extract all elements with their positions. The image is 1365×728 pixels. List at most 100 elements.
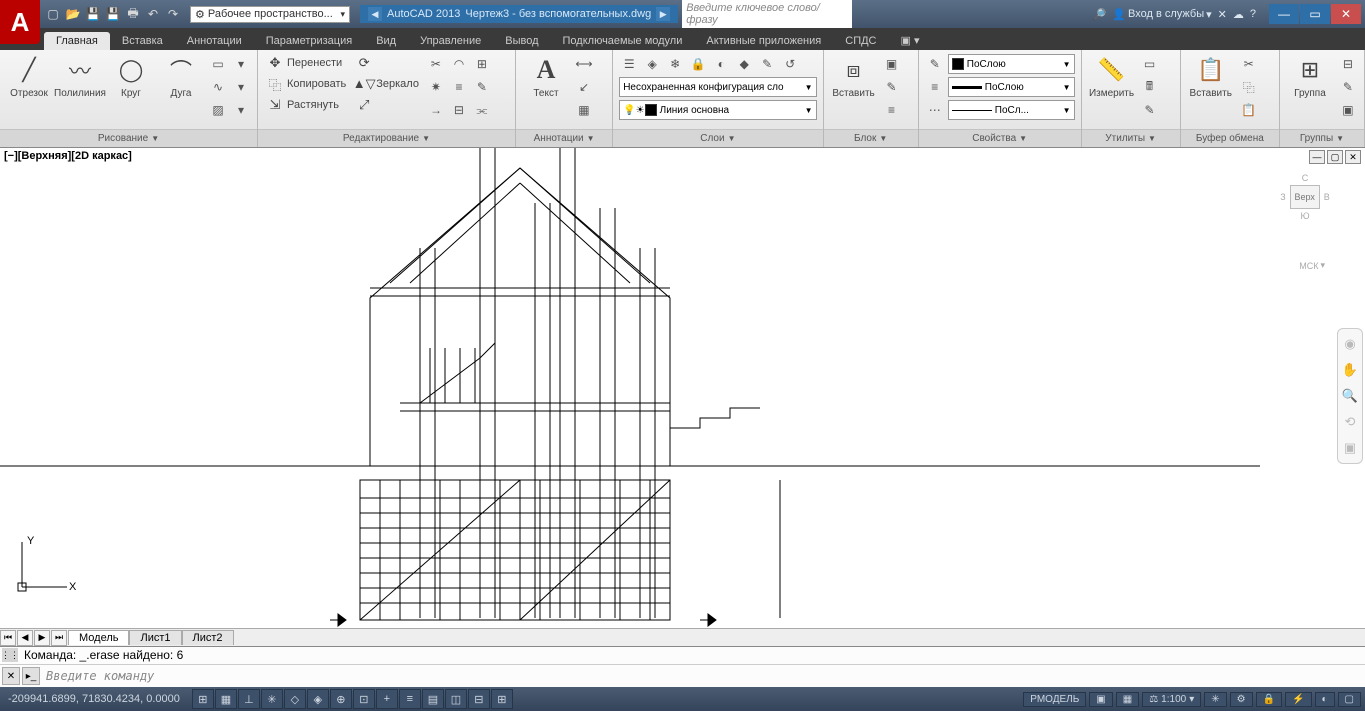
qp-icon[interactable]: ◫ — [445, 689, 467, 709]
command-input[interactable]: Введите команду — [42, 667, 1365, 685]
panel-draw-title[interactable]: Рисование▼ — [0, 129, 257, 147]
ltype-icon[interactable]: ⋯ — [925, 100, 945, 120]
infocenter-search[interactable]: Введите ключевое слово/фразу — [682, 0, 852, 28]
match-prop-icon[interactable]: ✎ — [925, 54, 945, 74]
layer-freeze-icon[interactable]: ❄ — [665, 54, 685, 74]
select-icon[interactable]: ▭ — [1140, 54, 1160, 74]
panel-clip-title[interactable]: Буфер обмена — [1181, 129, 1279, 147]
panel-layers-title[interactable]: Слои▼ — [613, 129, 822, 147]
signin-button[interactable]: 👤 Вход в службы ▾ — [1112, 8, 1211, 21]
osnap-icon[interactable]: ◇ — [284, 689, 306, 709]
tab-extra-icon[interactable]: ▣ ▾ — [889, 31, 932, 50]
panel-utils-title[interactable]: Утилиты▼ — [1082, 129, 1180, 147]
cut-icon[interactable]: ✂ — [1239, 54, 1259, 74]
drawing-area[interactable]: [−][Верхняя][2D каркас] — ▢ ✕ С ЗВерхВ Ю… — [0, 148, 1365, 628]
3dosnap-icon[interactable]: ◈ — [307, 689, 329, 709]
help-icon[interactable]: ? — [1250, 8, 1256, 20]
lweight-combo[interactable]: ПоСлою▼ — [948, 77, 1075, 97]
ducs-icon[interactable]: ⊡ — [353, 689, 375, 709]
cmd-close-icon[interactable]: ✕ — [2, 667, 20, 685]
layer-iso-icon[interactable]: ◈ — [642, 54, 662, 74]
create-block-icon[interactable]: ▣ — [882, 54, 902, 74]
tab-apps[interactable]: Активные приложения — [694, 32, 833, 50]
paste2-icon[interactable]: 📋 — [1239, 100, 1259, 120]
qat-saveas-icon[interactable]: 💾 — [104, 5, 122, 23]
rect-icon[interactable]: ▭ — [208, 54, 228, 74]
erase-icon[interactable]: ✎ — [472, 77, 492, 97]
layout-next-icon[interactable]: ▶ — [34, 630, 50, 646]
annoscale-chip[interactable]: ⚖ 1:100 ▾ — [1142, 692, 1201, 707]
qat-save-icon[interactable]: 💾 — [84, 5, 102, 23]
minimize-button[interactable]: — — [1269, 4, 1299, 24]
ungroup-icon[interactable]: ⊟ — [1338, 54, 1358, 74]
modelspace-chip[interactable]: РМОДЕЛЬ — [1023, 692, 1086, 707]
layout-last-icon[interactable]: ⏭ — [51, 630, 67, 646]
copy-button[interactable]: ⿻Копировать — [264, 75, 349, 93]
cmd-prompt-icon[interactable]: ▸_ — [22, 667, 40, 685]
id-icon[interactable]: ✎ — [1140, 100, 1160, 120]
array-icon[interactable]: ⊞ — [472, 54, 492, 74]
tab-parametric[interactable]: Параметризация — [254, 32, 364, 50]
panel-props-title[interactable]: Свойства▼ — [919, 129, 1081, 147]
qat-undo-icon[interactable]: ↶ — [144, 5, 162, 23]
edit-block-icon[interactable]: ✎ — [882, 77, 902, 97]
dropdown-icon[interactable]: ▾ — [231, 77, 251, 97]
tab-layout1[interactable]: Лист1 — [129, 630, 181, 645]
tpy-icon[interactable]: ▤ — [422, 689, 444, 709]
tab-annotate[interactable]: Аннотации — [175, 32, 254, 50]
dropdown-icon[interactable]: ▾ — [231, 100, 251, 120]
tab-view[interactable]: Вид — [364, 32, 408, 50]
stretch-button[interactable]: ⇲Растянуть — [264, 96, 349, 114]
line-button[interactable]: ╱Отрезок — [6, 54, 52, 99]
exchange-icon[interactable]: ✕ — [1218, 8, 1227, 21]
join-icon[interactable]: ⫘ — [472, 100, 492, 120]
sc-icon[interactable]: ⊟ — [468, 689, 490, 709]
tab-output[interactable]: Вывод — [493, 32, 550, 50]
panel-modify-title[interactable]: Редактирование▼ — [258, 129, 515, 147]
panel-annot-title[interactable]: Аннотации▼ — [516, 129, 612, 147]
otrack-icon[interactable]: ⊕ — [330, 689, 352, 709]
paste-button[interactable]: 📋Вставить — [1187, 54, 1235, 99]
tab-plugins[interactable]: Подключаемые модули — [551, 32, 695, 50]
qat-new-icon[interactable]: ▢ — [44, 5, 62, 23]
lwt-icon[interactable]: ≡ — [399, 689, 421, 709]
layer-prop-icon[interactable]: ☰ — [619, 54, 639, 74]
extend-icon[interactable]: → — [426, 100, 446, 120]
maximize-button[interactable]: ▭ — [1300, 4, 1330, 24]
layer-make-icon[interactable]: ◆ — [734, 54, 754, 74]
scale-button[interactable]: ⤢ — [353, 96, 422, 114]
qview2-icon[interactable]: ▦ — [1116, 692, 1139, 707]
snap-icon[interactable]: ⊞ — [192, 689, 214, 709]
am-icon[interactable]: ⊞ — [491, 689, 513, 709]
tab-manage[interactable]: Управление — [408, 32, 493, 50]
attr-icon[interactable]: ≡ — [882, 100, 902, 120]
tab-spds[interactable]: СПДС — [833, 32, 888, 50]
hardware-icon[interactable]: ⚡ — [1285, 692, 1311, 707]
cleanscreen-icon[interactable]: ▢ — [1338, 692, 1361, 707]
copy2-icon[interactable]: ⿻ — [1239, 77, 1259, 97]
cloud-icon[interactable]: ☁ — [1233, 8, 1244, 21]
toolbar-lock-icon[interactable]: 🔒 — [1256, 692, 1282, 707]
cmd-grip-icon[interactable]: ⋮⋮ — [2, 648, 18, 662]
circle-button[interactable]: ◯Круг — [108, 54, 154, 99]
workspace-combo[interactable]: ⚙ Рабочее пространство... ▾ — [190, 6, 350, 23]
dropdown-icon[interactable]: ▾ — [231, 54, 251, 74]
rotate-button[interactable]: ⟳ — [353, 54, 422, 72]
break-icon[interactable]: ⊟ — [449, 100, 469, 120]
mirror-button[interactable]: ▲▽Зеркало — [353, 75, 422, 93]
tab-home[interactable]: Главная — [44, 32, 110, 50]
app-menu-button[interactable]: A — [0, 0, 40, 44]
annovis-icon[interactable]: ✳ — [1204, 692, 1226, 707]
layer-off-icon[interactable]: ◐ — [711, 54, 731, 74]
explode-icon[interactable]: ✷ — [426, 77, 446, 97]
group-button[interactable]: ⊞Группа — [1286, 54, 1334, 99]
coordinates[interactable]: -209941.6899, 71830.4234, 0.0000 — [0, 693, 188, 705]
insert-block-button[interactable]: ⧈Вставить — [830, 54, 878, 99]
measure-button[interactable]: 📏Измерить — [1088, 54, 1136, 99]
hatch-icon[interactable]: ▨ — [208, 100, 228, 120]
layer-prev-icon[interactable]: ↺ — [780, 54, 800, 74]
fillet-icon[interactable]: ◠ — [449, 54, 469, 74]
quickcalc-icon[interactable]: 🖩 — [1140, 77, 1160, 97]
spline-icon[interactable]: ∿ — [208, 77, 228, 97]
layer-lock-icon[interactable]: 🔒 — [688, 54, 708, 74]
